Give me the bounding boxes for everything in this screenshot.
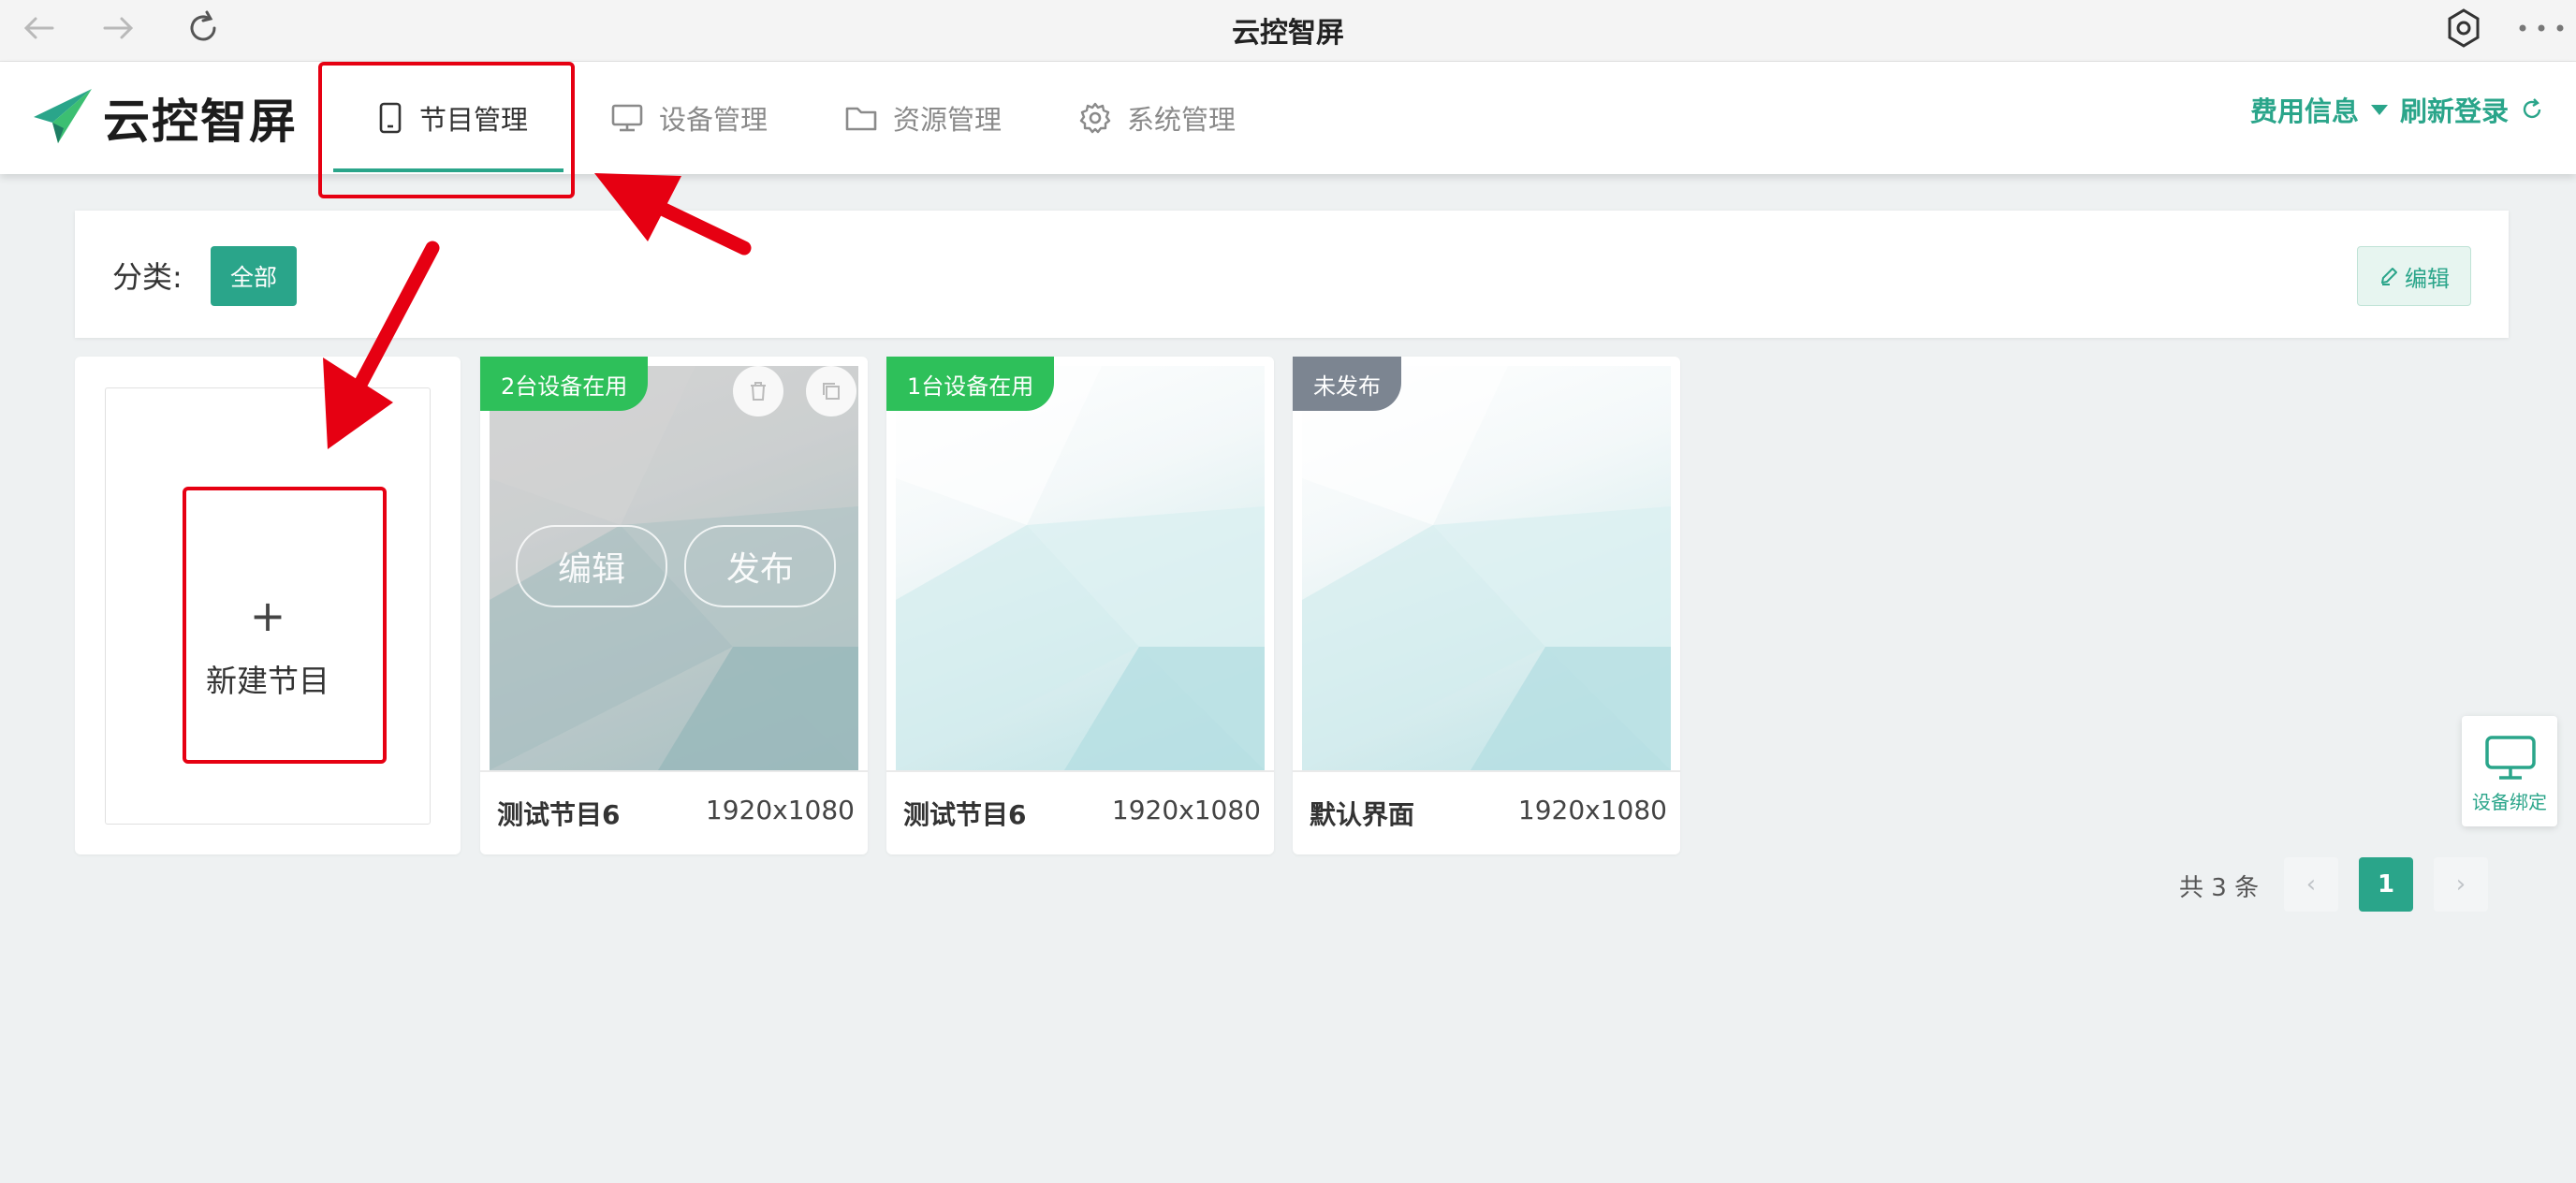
pencil-icon — [2378, 266, 2399, 286]
card-divider — [886, 770, 1274, 772]
monitor-icon — [610, 102, 644, 134]
program-resolution: 1920x1080 — [705, 795, 855, 825]
pagination-prev-button[interactable]: ‹ — [2284, 857, 2338, 912]
folder-icon — [844, 103, 878, 133]
fee-info-dropdown[interactable]: 费用信息 — [2250, 90, 2359, 129]
more-dots-icon[interactable] — [2518, 19, 2565, 37]
program-thumbnail[interactable] — [896, 366, 1265, 770]
tab-label: 系统管理 — [1127, 104, 1237, 136]
window-title: 云控智屏 — [1232, 17, 1344, 50]
category-all-chip[interactable]: 全部 — [211, 246, 297, 306]
device-bind-label: 设备绑定 — [2472, 791, 2547, 813]
device-usage-badge: 2台设备在用 — [480, 357, 649, 411]
program-name: 测试节目6 — [903, 799, 1027, 830]
edit-category-button[interactable]: 编辑 — [2357, 246, 2471, 306]
card-divider — [480, 770, 868, 772]
edit-program-button[interactable]: 编辑 — [516, 525, 667, 607]
tab-resource-management[interactable]: 资源管理 — [844, 62, 1002, 174]
device-usage-badge: 1台设备在用 — [886, 357, 1055, 411]
caret-down-icon[interactable] — [2370, 103, 2389, 116]
device-bind-float-button[interactable]: 设备绑定 — [2462, 716, 2557, 826]
tab-label: 设备管理 — [659, 104, 768, 136]
program-card[interactable]: 未发布 默认界面 1920x1080 — [1293, 357, 1680, 854]
monitor-icon — [2484, 735, 2537, 785]
pagination-total: 共 3 条 — [2179, 874, 2260, 902]
logo-text: 云控智屏 — [103, 95, 298, 149]
trash-icon[interactable] — [733, 366, 783, 416]
paper-plane-icon — [32, 85, 94, 151]
program-name: 测试节目6 — [497, 799, 621, 830]
card-divider — [1293, 770, 1680, 772]
settings-hexagon-icon[interactable] — [2443, 6, 2484, 54]
browser-bar: 云控智屏 — [0, 0, 2576, 62]
category-label: 分类: — [112, 259, 183, 295]
tab-device-management[interactable]: 设备管理 — [610, 62, 768, 174]
program-resolution: 1920x1080 — [1111, 795, 1261, 825]
edit-label: 编辑 — [2405, 265, 2450, 292]
pagination-page-1[interactable]: 1 — [2359, 857, 2413, 912]
annotation-box-new-program — [183, 487, 387, 764]
tab-label: 资源管理 — [893, 104, 1003, 136]
refresh-icon[interactable] — [2520, 97, 2544, 122]
program-card[interactable]: 1台设备在用 测试节目6 1920x1080 — [886, 357, 1274, 854]
annotation-box-tab — [318, 62, 575, 198]
tab-system-management[interactable]: 系统管理 — [1078, 62, 1236, 174]
program-thumbnail[interactable] — [1302, 366, 1671, 770]
pagination-next-button[interactable]: › — [2434, 857, 2488, 912]
unpublished-badge: 未发布 — [1293, 357, 1401, 411]
logo[interactable]: 云控智屏 — [32, 85, 298, 151]
program-name: 默认界面 — [1310, 799, 1415, 830]
program-resolution: 1920x1080 — [1517, 795, 1667, 825]
publish-program-button[interactable]: 发布 — [684, 525, 836, 607]
header-right-actions: 费用信息 刷新登录 — [2250, 90, 2544, 129]
category-filter-panel: 分类: 全部 编辑 — [75, 211, 2509, 338]
refresh-login-link[interactable]: 刷新登录 — [2400, 90, 2509, 129]
program-card[interactable]: 2台设备在用 编辑 发布 测试节目6 1920x1080 — [480, 357, 868, 854]
gear-icon — [1078, 101, 1112, 135]
copy-icon[interactable] — [806, 366, 856, 416]
